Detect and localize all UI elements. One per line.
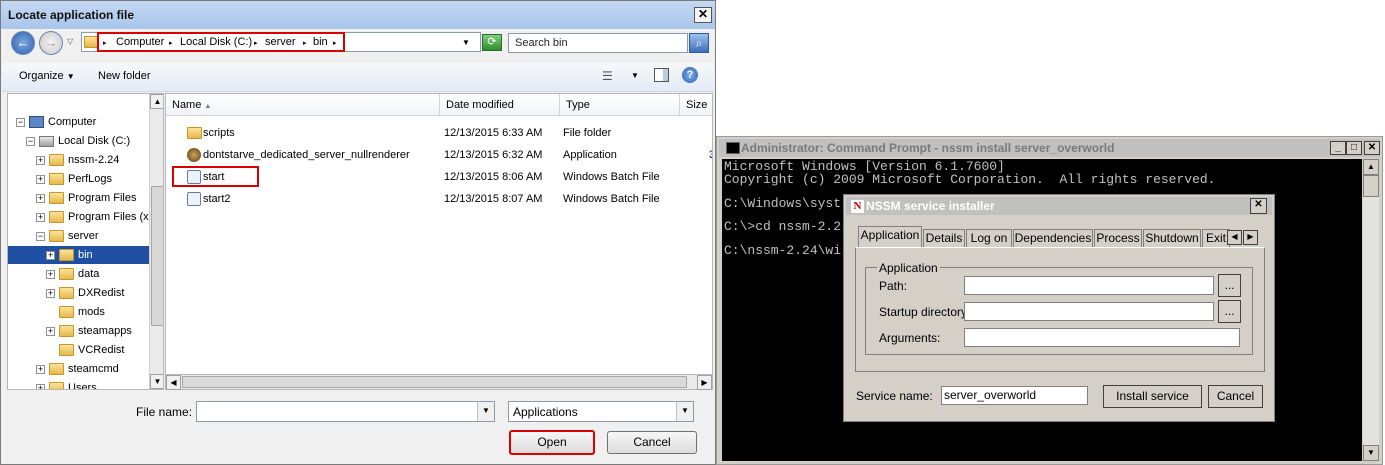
startup-directory-label: Startup directory: [879,305,971,319]
preview-pane-icon[interactable] [654,68,669,82]
breadcrumb-arrow-icon: ▸ [254,40,258,47]
nssm-title: NSSM service installer [866,199,995,213]
startup-directory-input[interactable] [964,302,1214,321]
service-name-label: Service name: [856,389,933,403]
file-list: Name ▲ Date modified Type Size scripts 1… [165,93,713,390]
arguments-input[interactable] [964,328,1240,347]
recent-pages-chevron-icon[interactable]: ▽ [67,37,73,46]
tab-scroll-right-icon[interactable]: ▶ [1243,230,1258,245]
minimize-icon[interactable]: _ [1330,141,1346,155]
maximize-icon[interactable]: □ [1346,141,1362,155]
file-dialog: Locate application file ✕ ← → ▽ ▸ Comput… [0,0,716,465]
tab-scroll-left-icon[interactable]: ◀ [1227,230,1242,245]
view-dropdown-icon[interactable]: ▼ [631,71,639,80]
file-type-select[interactable]: Applications ▼ [508,401,694,422]
dialog-title: Locate application file [8,8,135,22]
group-label: Application [877,261,940,275]
cmd-title: Administrator: Command Prompt - nssm ins… [741,141,1115,155]
tab-application[interactable]: Application [858,226,922,248]
tab-details[interactable]: Details [923,229,965,248]
tree-scrollbar[interactable]: ▲ ▼ [149,94,163,389]
command-toolbar: Organize ▼ New folder ☰ ▼ ? [2,63,714,92]
breadcrumb-item[interactable]: server [265,36,296,48]
console-line: C:\Windows\syst [724,196,842,211]
nssm-titlebar[interactable]: N NSSM service installer ✕ [846,197,1272,215]
file-list-hscrollbar[interactable]: ◀ ▶ [165,374,713,390]
refresh-icon[interactable]: ⟳ [482,34,502,51]
breadcrumb-arrow-icon: ▸ [169,40,173,47]
file-name-label: File name: [136,405,193,419]
breadcrumb-item[interactable]: bin [313,36,328,48]
breadcrumb-item[interactable]: Local Disk (C:) [180,36,252,48]
file-row[interactable]: start2 12/13/2015 8:07 AM Windows Batch … [166,188,712,210]
nssm-installer-dialog: N NSSM service installer ✕ Application D… [843,194,1275,422]
tab-exit[interactable]: Exit [1202,229,1230,248]
breadcrumb-arrow-icon: ▸ [103,40,107,47]
file-name-input[interactable]: ▼ [196,401,495,422]
column-header-size[interactable]: Size [680,94,712,116]
column-header-name[interactable]: Name ▲ [166,94,440,116]
cancel-button[interactable]: Cancel [607,431,697,454]
console-line: C:\>cd nssm-2.2 [724,219,842,234]
close-icon[interactable]: ✕ [694,7,712,23]
forward-button[interactable]: → [39,31,63,55]
dialog-titlebar[interactable]: Locate application file ✕ [1,1,715,29]
hscroll-thumb[interactable] [182,376,687,388]
search-placeholder: Search bin [515,37,568,49]
cmd-icon [726,142,740,154]
organize-button[interactable]: Organize ▼ [19,70,75,82]
install-service-button[interactable]: Install service [1103,385,1202,408]
path-input[interactable] [964,276,1214,295]
close-icon[interactable]: ✕ [1364,141,1380,155]
path-browse-button[interactable]: ... [1218,274,1241,297]
cmd-titlebar[interactable]: Administrator: Command Prompt - nssm ins… [719,139,1380,157]
tab-dependencies[interactable]: Dependencies [1013,229,1093,248]
arguments-label: Arguments: [879,331,941,345]
file-type-value: Applications [513,405,578,419]
tab-shutdown[interactable]: Shutdown [1143,229,1201,248]
back-button[interactable]: ← [11,31,35,55]
nssm-cancel-button[interactable]: Cancel [1208,385,1263,408]
folder-icon [187,127,202,139]
open-button[interactable]: Open [509,430,595,455]
breadcrumb-arrow-icon: ▸ [333,40,337,47]
new-folder-button[interactable]: New folder [98,70,151,82]
cmd-scroll-thumb[interactable] [1363,175,1379,197]
breadcrumb-item[interactable]: Computer [116,36,164,48]
tree-item-bin[interactable]: + bin [8,246,149,264]
service-name-input[interactable]: server_overworld [941,386,1088,405]
organize-label: Organize [19,70,64,82]
startup-browse-button[interactable]: ... [1218,300,1241,323]
help-icon[interactable]: ? [682,67,698,83]
search-icon[interactable]: ⌕ [689,33,709,53]
tab-log-on[interactable]: Log on [966,229,1012,248]
tab-process[interactable]: Process [1094,229,1142,248]
column-header-type[interactable]: Type [560,94,680,116]
file-row-start[interactable]: start 12/13/2015 8:06 AM Windows Batch F… [166,166,712,188]
address-dropdown-icon[interactable]: ▼ [462,38,470,47]
close-icon[interactable]: ✕ [1250,198,1267,214]
console-line: Copyright (c) 2009 Microsoft Corporation… [724,172,1216,187]
file-row[interactable]: dontstarve_dedicated_server_nullrenderer… [166,144,712,166]
search-input[interactable]: Search bin [508,33,688,53]
file-type-dropdown-icon[interactable]: ▼ [676,402,693,421]
view-options-icon[interactable]: ☰ [602,69,613,83]
batch-file-icon [187,170,201,184]
navigation-tree: − Computer − Local Disk (C:) + nssm-2.24… [7,93,164,390]
batch-file-icon [187,192,201,206]
path-label: Path: [879,279,908,293]
application-icon [187,148,201,162]
tree-scroll-thumb[interactable] [151,186,163,326]
console-line: C:\nssm-2.24\wi [724,243,842,258]
breadcrumb[interactable]: ▸ Computer ▸ Local Disk (C:) ▸ server ▸ … [97,32,345,52]
breadcrumb-arrow-icon: ▸ [303,40,307,47]
file-name-dropdown-icon[interactable]: ▼ [477,402,494,421]
nssm-logo-icon: N [851,200,864,213]
column-header-date[interactable]: Date modified [440,94,560,116]
cmd-scrollbar[interactable]: ▲ ▼ [1363,159,1379,461]
file-row[interactable]: scripts 12/13/2015 6:33 AM File folder [166,122,712,144]
